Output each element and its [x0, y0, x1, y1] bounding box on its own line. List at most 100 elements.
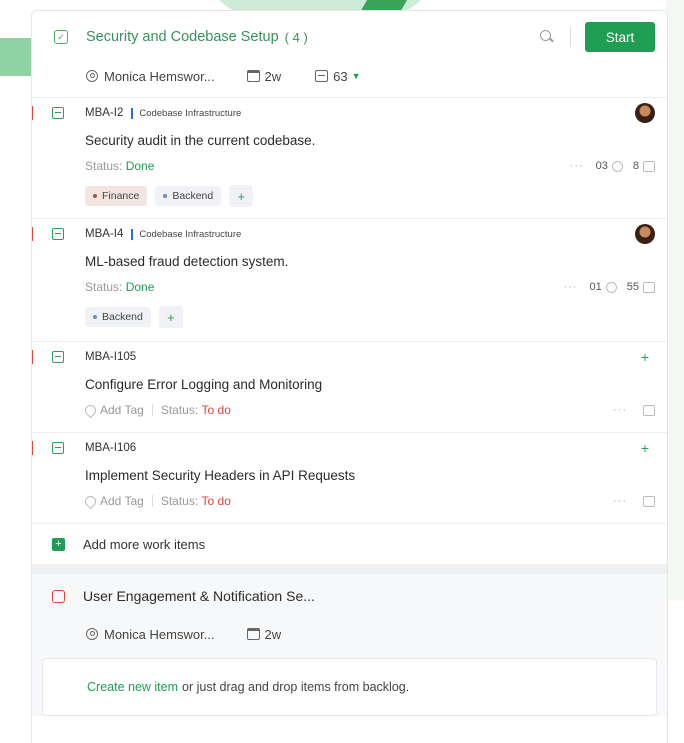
tag-list: Finance Backend + [85, 180, 655, 212]
points-value: 63 [333, 68, 348, 84]
item-title[interactable]: Configure Error Logging and Monitoring [85, 372, 655, 396]
tag-list: Backend + [85, 301, 655, 333]
status-value[interactable]: Done [126, 159, 155, 173]
link-icon [605, 281, 617, 293]
status-value[interactable]: Done [126, 280, 155, 294]
links-count: 03 [595, 160, 608, 172]
section-2: User Engagement & Notification Se... Mon… [32, 574, 667, 716]
tag-chip[interactable]: Finance [85, 186, 148, 206]
duration-meta[interactable]: 2w [246, 626, 282, 642]
comments-count: 55 [626, 281, 639, 293]
more-options-icon[interactable]: ··· [613, 495, 627, 507]
tag-label: Backend [172, 190, 214, 202]
tag-dot-icon [93, 315, 97, 320]
priority-marker [32, 350, 33, 364]
tag-icon [82, 402, 99, 418]
alarm-icon [52, 589, 65, 603]
start-button[interactable]: Start [585, 22, 655, 52]
add-tag-label: Add Tag [100, 494, 144, 508]
tag-label: Finance [102, 190, 140, 202]
add-more-label: Add more work items [83, 536, 206, 552]
link-icon [611, 160, 623, 172]
calendar-icon [246, 628, 260, 640]
item-id[interactable]: MBA-I106 [85, 442, 136, 454]
assignee-name: Monica Hemswor... [104, 626, 215, 642]
search-icon[interactable] [538, 28, 556, 46]
add-subitem-button[interactable]: + [641, 349, 649, 365]
section-meta: Monica Hemswor... 2w 63 ▼ [32, 63, 667, 89]
avatar[interactable] [635, 103, 655, 123]
more-options-icon[interactable]: ··· [564, 281, 578, 293]
chevron-down-icon[interactable]: ▼ [352, 71, 361, 81]
tag-label: Backend [102, 311, 143, 323]
priority-marker [32, 441, 33, 455]
assignee-name: Monica Hemswor... [104, 68, 215, 84]
assignee-meta[interactable]: Monica Hemswor... [86, 69, 215, 84]
item-id[interactable]: MBA-I4 [85, 228, 123, 240]
section-title[interactable]: User Engagement & Notification Se... [83, 588, 315, 604]
decorative-strip-right [666, 0, 684, 600]
add-more-work-items[interactable]: + Add more work items [32, 524, 667, 564]
header-divider [570, 27, 571, 47]
add-subitem-button[interactable]: + [641, 440, 649, 456]
status-value[interactable]: To do [202, 403, 231, 417]
create-new-item-link[interactable]: Create new item [87, 680, 178, 694]
points-icon [315, 70, 329, 82]
separator [151, 495, 153, 507]
status-value[interactable]: To do [202, 494, 231, 508]
section-count: ( 4 ) [284, 29, 308, 45]
project-tag[interactable]: Codebase Infrastructure [131, 228, 241, 240]
duration-value: 2w [264, 626, 282, 642]
task-icon [52, 107, 64, 119]
add-tag-link[interactable]: Add Tag [82, 402, 144, 418]
more-options-icon[interactable]: ··· [613, 404, 627, 416]
drop-zone[interactable]: Create new item or just drag and drop it… [42, 658, 657, 716]
item-title[interactable]: ML-based fraud detection system. [85, 249, 655, 273]
work-item[interactable]: MBA-I106 + Implement Security Headers in… [32, 433, 667, 523]
drop-hint: or just drag and drop items from backlog… [182, 680, 410, 694]
work-item[interactable]: MBA-I105 + Configure Error Logging and M… [32, 342, 667, 432]
section-title[interactable]: Security and Codebase Setup [86, 29, 279, 45]
section-header: ✓ Security and Codebase Setup ( 4 ) Star… [32, 11, 667, 63]
assignee-meta[interactable]: Monica Hemswor... [86, 627, 215, 642]
tag-dot-icon [163, 194, 168, 199]
points-meta[interactable]: 63 ▼ [315, 68, 361, 84]
add-tag-label: Add Tag [100, 403, 144, 417]
user-icon [86, 70, 98, 82]
item-id[interactable]: MBA-I105 [85, 351, 136, 363]
avatar[interactable] [635, 224, 655, 244]
duration-meta[interactable]: 2w [246, 69, 281, 84]
status-label: Status: [160, 403, 199, 417]
sprint-board-panel: ✓ Security and Codebase Setup ( 4 ) Star… [31, 10, 668, 743]
plus-icon: + [52, 537, 65, 551]
work-item[interactable]: MBA-I2 Codebase Infrastructure Security … [32, 98, 667, 218]
priority-marker [32, 227, 33, 241]
section-header: User Engagement & Notification Se... [32, 574, 667, 618]
separator [151, 404, 153, 416]
status-label: Status: [85, 280, 123, 294]
item-title[interactable]: Implement Security Headers in API Reques… [85, 463, 655, 487]
comment-icon [643, 281, 655, 293]
tag-chip[interactable]: Backend [155, 186, 222, 206]
item-title[interactable]: Security audit in the current codebase. [85, 128, 655, 152]
project-tag[interactable]: Codebase Infrastructure [131, 107, 241, 119]
more-options-icon[interactable]: ··· [570, 160, 584, 172]
comments-count: 8 [632, 160, 639, 172]
item-id[interactable]: MBA-I2 [85, 107, 123, 119]
section-check-icon[interactable]: ✓ [54, 30, 68, 44]
links-count: 01 [589, 281, 602, 293]
section-meta: Monica Hemswor... 2w [32, 618, 667, 650]
add-tag-button[interactable]: + [158, 306, 183, 328]
comment-icon[interactable] [643, 404, 655, 416]
work-item[interactable]: MBA-I4 Codebase Infrastructure ML-based … [32, 219, 667, 341]
comment-icon[interactable] [643, 495, 655, 507]
add-tag-button[interactable]: + [229, 185, 254, 207]
task-icon [52, 351, 64, 363]
add-tag-link[interactable]: Add Tag [82, 493, 144, 509]
priority-marker [32, 106, 33, 120]
task-icon [52, 442, 64, 454]
tag-chip[interactable]: Backend [85, 307, 151, 327]
status-label: Status: [85, 159, 123, 173]
comment-icon [643, 160, 655, 172]
user-icon [86, 628, 98, 640]
